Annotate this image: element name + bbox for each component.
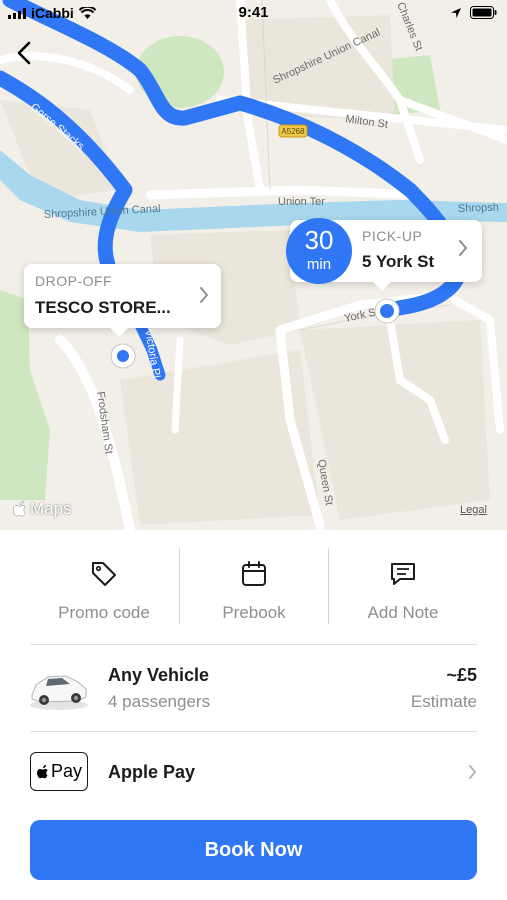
payment-method-row[interactable]: Pay Apple Pay bbox=[0, 732, 507, 812]
battery-icon bbox=[470, 6, 497, 19]
eta-badge: 30 min bbox=[286, 218, 352, 284]
prebook-button[interactable]: Prebook bbox=[179, 530, 329, 640]
status-bar: iCabbi 9:41 bbox=[0, 0, 507, 28]
booking-sheet: Promo code Prebook Add Note Any Vehicle … bbox=[0, 530, 507, 900]
back-button[interactable] bbox=[8, 36, 40, 70]
chevron-right-icon bbox=[459, 240, 467, 256]
street-label: Victoria Pl bbox=[142, 328, 162, 379]
fare-estimate: ~£5 bbox=[446, 665, 477, 685]
add-note-label: Add Note bbox=[367, 603, 439, 622]
promo-code-button[interactable]: Promo code bbox=[29, 530, 179, 640]
drop-off-callout[interactable]: DROP-OFF TESCO STORE... bbox=[24, 264, 221, 337]
vehicle-passengers: 4 passengers bbox=[108, 692, 211, 711]
chevron-left-icon bbox=[17, 41, 31, 65]
pick-up-address: 5 York St bbox=[362, 252, 435, 271]
car-icon bbox=[30, 675, 88, 710]
status-time: 9:41 bbox=[238, 4, 269, 21]
apple-logo-icon bbox=[37, 764, 48, 778]
street-label: Frodsham St bbox=[94, 391, 115, 455]
chevron-right-icon bbox=[469, 765, 476, 779]
promo-code-label: Promo code bbox=[58, 603, 150, 622]
fare-estimate-label: Estimate bbox=[410, 692, 477, 711]
street-label: Union Ter bbox=[278, 196, 325, 208]
status-right bbox=[450, 6, 497, 19]
eta-unit: min bbox=[306, 256, 332, 273]
canal-label: Shropsh bbox=[458, 202, 499, 215]
road-shield-label: A5268 bbox=[281, 127, 305, 136]
eta-minutes: 30 bbox=[304, 225, 334, 255]
drop-off-address: TESCO STORE... bbox=[35, 298, 171, 317]
payment-method-name: Apple Pay bbox=[108, 762, 196, 782]
vehicle-row[interactable]: Any Vehicle 4 passengers ~£5 Estimate bbox=[0, 645, 507, 731]
location-arrow-icon bbox=[451, 7, 461, 18]
add-note-button[interactable]: Add Note bbox=[328, 530, 478, 640]
maps-label: Maps bbox=[30, 499, 72, 518]
prebook-label: Prebook bbox=[222, 603, 286, 622]
book-now-button[interactable]: Book Now bbox=[30, 820, 477, 880]
chevron-right-icon bbox=[200, 287, 208, 303]
note-icon bbox=[391, 563, 415, 585]
legal-link[interactable]: Legal bbox=[460, 504, 487, 516]
vehicle-name: Any Vehicle bbox=[108, 665, 210, 685]
maps-attribution: Maps bbox=[12, 499, 72, 519]
apple-pay-badge-text: Pay bbox=[50, 761, 83, 781]
apple-logo-icon bbox=[12, 500, 26, 517]
drop-off-title: DROP-OFF bbox=[35, 273, 113, 289]
apple-pay-badge: Pay bbox=[30, 752, 88, 791]
tag-icon bbox=[92, 562, 116, 586]
pick-up-title: PICK-UP bbox=[362, 228, 423, 244]
calendar-icon bbox=[242, 561, 266, 586]
